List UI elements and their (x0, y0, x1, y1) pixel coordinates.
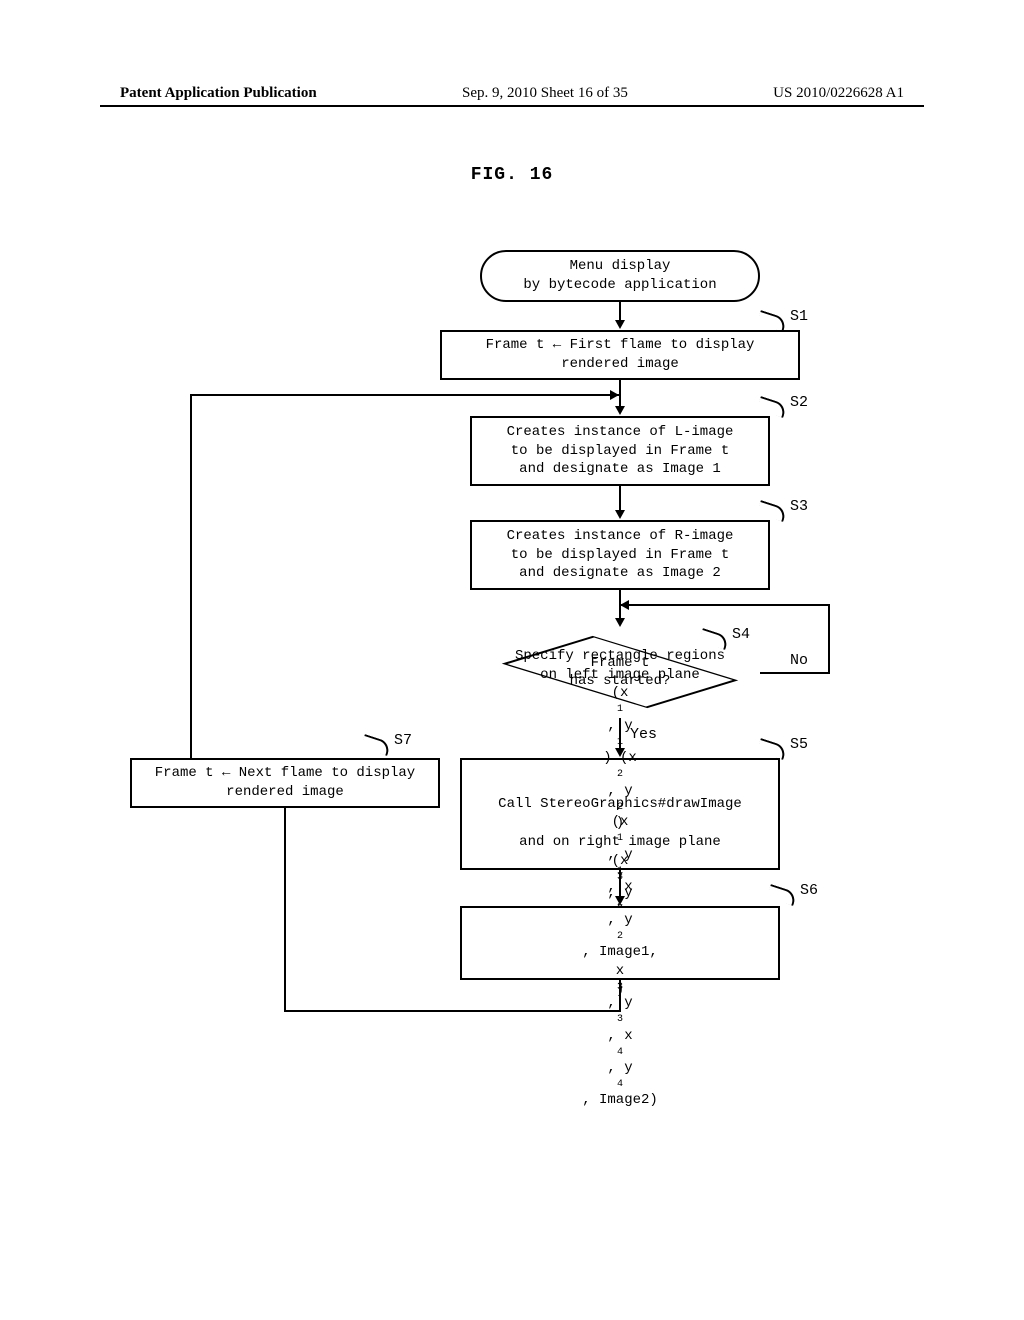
header-center: Sep. 9, 2010 Sheet 16 of 35 (462, 85, 628, 102)
leader-line (767, 884, 798, 906)
flow-s1: Frame t ← First flame to display rendere… (440, 330, 800, 380)
header-rule (100, 105, 924, 107)
flow-s3: Creates instance of R-image to be displa… (470, 520, 770, 590)
leader-line (757, 396, 788, 418)
label-s1: S1 (790, 308, 808, 325)
leader-line (757, 310, 788, 332)
leader-line (757, 738, 788, 760)
label-no: No (790, 652, 808, 669)
figure-title: FIG. 16 (0, 165, 1024, 185)
flowchart-diagram: Menu display by bytecode application S1 … (0, 220, 1024, 1240)
arrow (620, 604, 830, 606)
leader-line (757, 500, 788, 522)
arrow (284, 1010, 621, 1012)
label-s3: S3 (790, 498, 808, 515)
header-right: US 2010/0226628 A1 (773, 85, 904, 102)
label-s2: S2 (790, 394, 808, 411)
leader-line (361, 734, 392, 756)
flow-s7: Frame t ← Next flame to display rendered… (130, 758, 440, 808)
flow-s6: Call StereoGraphics#drawImage(x1, y1, x2… (460, 906, 780, 980)
label-yes: Yes (630, 726, 657, 743)
arrow (190, 394, 620, 396)
flow-s2: Creates instance of L-image to be displa… (470, 416, 770, 486)
arrow (619, 486, 621, 512)
arrowhead-down-icon (615, 320, 625, 329)
arrow (619, 980, 621, 1010)
arrowhead-down-icon (615, 406, 625, 415)
arrow (284, 808, 286, 1012)
arrow (619, 302, 621, 322)
label-s7: S7 (394, 732, 412, 749)
arrowhead-right-icon (610, 390, 619, 400)
arrow (828, 604, 830, 674)
flow-start: Menu display by bytecode application (480, 250, 760, 302)
arrowhead-down-icon (615, 510, 625, 519)
page-header: Patent Application Publication Sep. 9, 2… (120, 85, 904, 102)
label-s6: S6 (800, 882, 818, 899)
header-left: Patent Application Publication (120, 85, 317, 102)
arrow (190, 394, 192, 758)
arrowhead-left-icon (620, 600, 629, 610)
label-s5: S5 (790, 736, 808, 753)
arrow (760, 672, 828, 674)
